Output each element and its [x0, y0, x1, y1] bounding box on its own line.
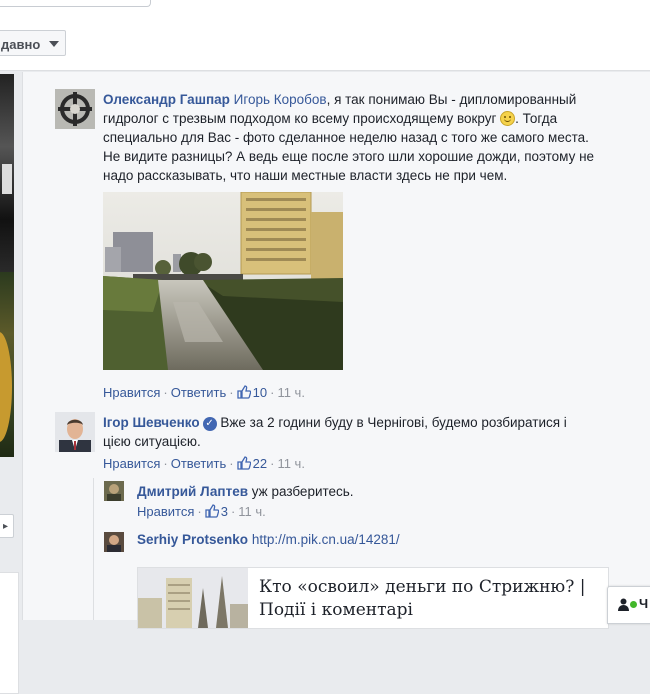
like-count[interactable]: 22 [236, 456, 267, 471]
comment-author[interactable]: Олександр Гашпар [103, 92, 230, 107]
sort-label: давно [1, 37, 41, 52]
comment-text-line: специально для Вас - фото сделанное неде… [103, 130, 589, 145]
comment-time[interactable]: 11 ч. [277, 385, 305, 400]
comment-actions: Нравится · Ответить · 10 · 11 ч. [103, 385, 305, 400]
comment-time[interactable]: 11 ч. [277, 456, 305, 471]
reply-text: уж разберитесь. [251, 484, 354, 499]
thumbs-up-icon [205, 504, 219, 518]
reply-author[interactable]: Дмитрий Лаптев [137, 484, 248, 499]
reply-body: Дмитрий Лаптев уж разберитесь. [137, 482, 617, 501]
verified-badge-icon: ✓ [202, 417, 217, 431]
comment-body: Ігор Шевченко ✓ Вже за 2 години буду в Че… [103, 413, 623, 451]
reply-thread-line [93, 478, 94, 620]
chat-tab[interactable]: Ч [607, 586, 650, 624]
like-link[interactable]: Нравится [103, 456, 160, 471]
reply-actions: Нравится · 3 · 11 ч. [137, 504, 266, 519]
smiley-icon [500, 111, 516, 126]
chat-label: Ч [639, 596, 649, 611]
sort-dropdown[interactable]: давно [0, 30, 66, 56]
link-preview-title[interactable]: Кто «освоил» деньги по Стрижню? | Події … [259, 576, 599, 622]
link-preview-image [138, 568, 248, 628]
reply-link-url[interactable]: http://m.pik.cn.ua/14281/ [252, 532, 400, 547]
left-button[interactable]: ▸ [0, 514, 14, 538]
left-image-top [0, 74, 14, 292]
arrow-icon: ▸ [3, 521, 9, 532]
left-card [0, 572, 19, 694]
comment-mention[interactable]: Игорь Коробов [234, 92, 327, 107]
like-link[interactable]: Нравится [137, 504, 194, 519]
thumbs-up-icon [236, 385, 251, 399]
comment-actions: Нравится · Ответить · 22 · 11 ч. [103, 456, 305, 471]
chevron-down-icon [49, 41, 59, 47]
comment-text-line: Не видите разницы? А ведь еще после этог… [103, 149, 595, 164]
avatar[interactable] [104, 532, 124, 552]
left-column: ▸ [0, 72, 22, 694]
reply-time[interactable]: 11 ч. [238, 504, 266, 519]
reply-body: Serhiy Protsenko http://m.pik.cn.ua/1428… [137, 530, 617, 549]
comment-body: Олександр Гашпар Игорь Коробов, я так по… [103, 90, 623, 185]
top-edge [0, 0, 151, 7]
person-icon [618, 598, 629, 611]
left-image-coin [0, 272, 14, 457]
top-card: давно [0, 0, 650, 71]
comment-text-line: надо рассказывать, что наши местные влас… [103, 168, 508, 183]
comment-text-line: гидролог с трезвым подходом ко всему про… [103, 111, 497, 126]
like-link[interactable]: Нравится [103, 385, 160, 400]
reply-link[interactable]: Ответить [171, 456, 227, 471]
like-count[interactable]: 3 [205, 504, 228, 519]
comment-text-line: Вже за 2 години буду в Чернігові, будемо… [220, 415, 567, 430]
comment-photo[interactable] [103, 192, 343, 370]
comment-author[interactable]: Ігор Шевченко [103, 415, 200, 430]
reply-author[interactable]: Serhiy Protsenko [137, 532, 248, 547]
comment-text-line: , я так понимаю Вы - дипломированный [326, 92, 577, 107]
online-dot-icon [630, 601, 637, 608]
like-count[interactable]: 10 [236, 385, 267, 400]
thumbs-up-icon [236, 456, 251, 470]
comment-text-line: цією ситуацією. [103, 434, 201, 449]
avatar[interactable] [55, 412, 95, 452]
reply-link[interactable]: Ответить [171, 385, 227, 400]
avatar[interactable] [104, 481, 124, 501]
avatar[interactable] [55, 89, 95, 129]
comment-text-line: . Тогда [515, 111, 558, 126]
